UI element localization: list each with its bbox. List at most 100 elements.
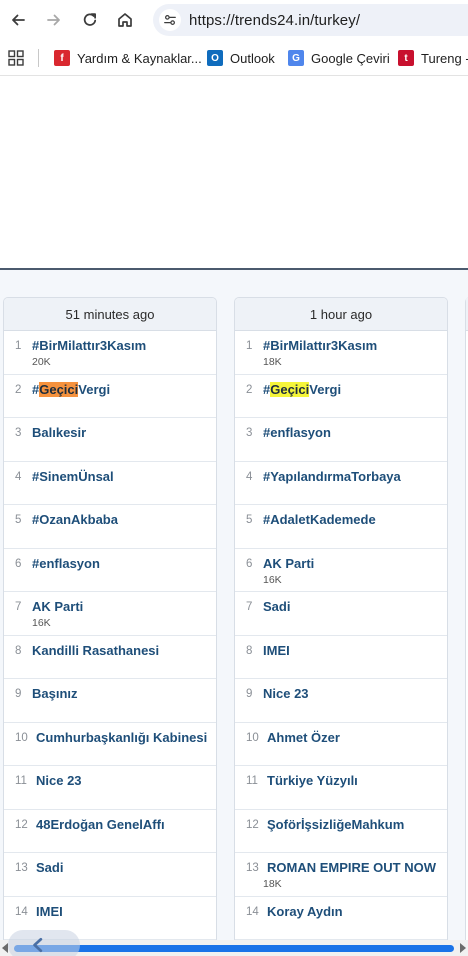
bookmark-google-translate[interactable]: G Google Çeviri — [288, 48, 390, 68]
trend-text: #SinemÜnsal — [32, 468, 114, 484]
bookmark-tureng[interactable]: t Tureng - — [398, 48, 468, 68]
trend-rank: 10 — [246, 731, 259, 744]
trend-item: 12 ŞoförİşsizliğeMahkum — [235, 810, 447, 853]
trend-text: AK Parti — [32, 599, 84, 614]
home-button[interactable] — [111, 6, 139, 34]
scroll-right-arrow-icon[interactable] — [460, 943, 466, 953]
trend-link[interactable]: Sadi — [263, 599, 290, 614]
reload-button[interactable] — [76, 6, 104, 34]
trend-item: 10 Cumhurbaşkanlığı Kabinesi — [4, 723, 216, 766]
trend-item: 1 #BirMilattır3Kasım 18K — [235, 331, 447, 375]
trend-rank: 4 — [246, 470, 253, 483]
trend-item: 2 #GeçiciVergi — [235, 375, 447, 418]
trend-item: 3 #enflasyon — [235, 418, 447, 462]
trend-link[interactable]: Balıkesir — [32, 425, 86, 440]
bookmark-outlook[interactable]: O Outlook — [207, 48, 275, 68]
trend-item: 2 #GeçiciVergi — [4, 375, 216, 418]
trend-link[interactable]: Koray Aydın — [267, 904, 343, 919]
trend-rank: 14 — [246, 905, 259, 918]
trend-text: Vergi — [78, 381, 111, 397]
bookmark-label: Outlook — [230, 50, 275, 66]
reload-icon — [83, 13, 97, 26]
trend-item: 13 Sadi — [4, 853, 216, 897]
trend-rank: 14 — [15, 905, 28, 918]
back-button[interactable] — [4, 6, 32, 34]
trend-rank: 8 — [246, 644, 253, 657]
scroll-left-button[interactable] — [8, 930, 80, 956]
address-bar[interactable]: https://trends24.in/turkey/ — [153, 4, 468, 36]
trend-text: #BirMilattır3Kasım — [263, 338, 378, 353]
bookmarks-bar: f Yardım & Kaynaklar... O Outlook G Google Çe… — [0, 40, 468, 76]
column-header: 1 hour ago — [235, 298, 447, 331]
trend-text: #YapılandırmaTorbaya — [263, 468, 401, 484]
trend-link[interactable]: Kandilli Rasathanesi — [32, 643, 159, 658]
trend-item: 5 #OzanAkbaba — [4, 505, 216, 549]
bookmark-label: Tureng - — [421, 50, 468, 66]
trend-text: #enflasyon — [263, 425, 331, 440]
trend-rank: 8 — [15, 644, 22, 657]
trend-link[interactable]: #YapılandırmaTorbaya — [263, 469, 401, 484]
trend-link[interactable]: ROMAN EMPIRE OUT NOW — [267, 860, 436, 875]
trend-link[interactable]: #enflasyon — [32, 556, 100, 571]
site-info-icon[interactable] — [159, 9, 181, 31]
browser-toolbar: https://trends24.in/turkey/ — [0, 0, 468, 40]
trend-link[interactable]: Türkiye Yüzyılı — [267, 773, 358, 788]
trend-link[interactable]: AK Parti — [32, 599, 83, 614]
forward-button[interactable] — [40, 6, 68, 34]
trend-link[interactable]: IMEI — [263, 643, 290, 658]
trend-item: 12 48Erdoğan GenelAffı — [4, 810, 216, 853]
trend-link[interactable]: #AdaletKademede — [263, 512, 376, 527]
trend-text: Başınız — [32, 686, 78, 701]
trend-link[interactable]: Ahmet Özer — [267, 730, 340, 745]
trend-rank: 3 — [15, 427, 22, 439]
tweet-count: 16K — [263, 573, 282, 586]
bookmarks-separator — [38, 49, 39, 67]
trend-item: 1 #BirMilattır3Kasım 20K — [4, 331, 216, 375]
trend-rank: 7 — [15, 601, 22, 613]
trend-item: 11 Türkiye Yüzyılı — [235, 766, 447, 810]
trend-link[interactable]: 48Erdoğan GenelAffı — [36, 817, 165, 832]
tweet-count: 18K — [263, 878, 282, 890]
trend-link[interactable]: Cumhurbaşkanlığı Kabinesi — [36, 730, 207, 745]
trend-link[interactable]: #BirMilattır3Kasım — [263, 338, 377, 353]
bookmark-label: Yardım & Kaynaklar... — [77, 50, 202, 66]
trend-item: 9 Nice 23 — [235, 679, 447, 723]
trend-link[interactable]: Nice 23 — [36, 773, 82, 788]
trend-text: #AdaletKademede — [263, 512, 376, 527]
trend-text: #OzanAkbaba — [32, 512, 118, 527]
trend-item: 5 #AdaletKademede — [235, 505, 447, 549]
trend-item: 6 #enflasyon — [4, 549, 216, 592]
bookmark-label: Google Çeviri — [311, 50, 390, 66]
trend-link[interactable]: #BirMilattır3Kasım — [32, 338, 146, 353]
trend-text: AK Parti — [263, 555, 315, 571]
trend-link[interactable]: Başınız — [32, 686, 78, 701]
trend-rank: 2 — [15, 383, 22, 396]
trend-link[interactable]: #enflasyon — [263, 425, 331, 440]
trend-link[interactable]: Sadi — [36, 860, 63, 875]
trend-link[interactable]: #OzanAkbaba — [32, 512, 118, 527]
scrollbar-thumb[interactable] — [14, 945, 454, 952]
trend-text: Kandilli Rasathanesi — [32, 642, 160, 658]
search-highlight: Geçici — [39, 381, 79, 397]
trend-link[interactable]: IMEI — [36, 904, 63, 919]
trend-link[interactable]: AK Parti — [263, 556, 314, 571]
trend-rank: 3 — [246, 427, 253, 439]
bookmark-help-resources[interactable]: f Yardım & Kaynaklar... — [54, 48, 202, 68]
trend-text: Türkiye Yüzyılı — [267, 773, 358, 788]
trend-link[interactable]: #GeçiciVergi — [32, 381, 111, 397]
trend-rank: 12 — [15, 818, 28, 831]
url-text[interactable]: https://trends24.in/turkey/ — [189, 12, 360, 29]
trend-link[interactable]: #SinemÜnsal — [32, 469, 114, 484]
trend-text: 48Erdoğan GenelAffı — [36, 816, 165, 832]
trend-link[interactable]: ŞoförİşsizliğeMahkum — [267, 817, 404, 832]
trend-text: ROMAN EMPIRE OUT NOW — [267, 860, 436, 875]
back-arrow-icon — [12, 14, 25, 26]
trend-column-51-minutes-ago: 51 minutes ago 1 #BirMilattır3Kasım 20K 2 #G… — [3, 297, 217, 956]
trend-text: Sadi — [36, 860, 64, 875]
trend-link[interactable]: #GeçiciVergi — [263, 381, 341, 397]
trend-link[interactable]: Nice 23 — [263, 686, 309, 701]
trend-text: Cumhurbaşkanlığı Kabinesi — [36, 729, 208, 745]
apps-grid-icon[interactable] — [8, 50, 24, 66]
trend-text: ŞoförİşsizliğeMahkum — [267, 816, 405, 832]
trend-rank: 1 — [15, 340, 22, 352]
